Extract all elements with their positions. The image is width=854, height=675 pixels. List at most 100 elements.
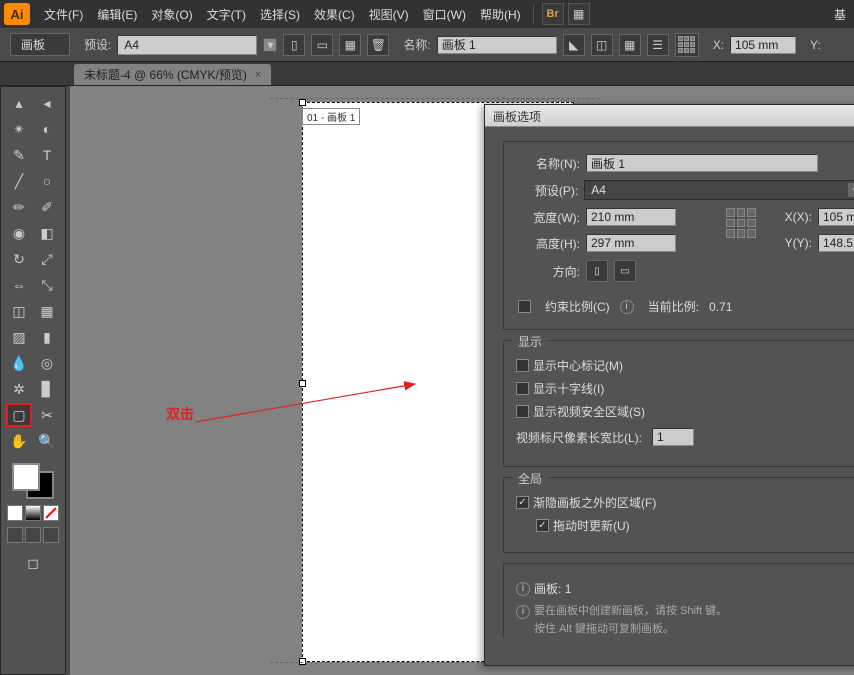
reference-point[interactable] — [675, 33, 699, 57]
bridge-icon[interactable]: Br — [542, 3, 564, 25]
selection-tool-icon[interactable]: ▴ — [6, 91, 32, 115]
close-icon[interactable]: × — [255, 69, 261, 81]
width-tool-icon[interactable]: ⇔ — [6, 273, 32, 297]
menu-select[interactable]: 选择(S) — [254, 2, 306, 27]
update-drag-checkbox[interactable] — [536, 519, 549, 532]
opt-icon-d[interactable]: ☰ — [647, 34, 669, 56]
draw-normal-icon[interactable] — [7, 527, 23, 543]
brush-tool-icon[interactable]: ✏ — [6, 195, 32, 219]
menu-object[interactable]: 对象(O) — [145, 2, 198, 27]
opt-icon-a[interactable]: ◣ — [563, 34, 585, 56]
opt-icon-b[interactable]: ◫ — [591, 34, 613, 56]
mesh-tool-icon[interactable]: ▨ — [6, 325, 32, 349]
guide-top — [270, 98, 600, 99]
artboard-label: 01 - 画板 1 — [302, 108, 360, 125]
fade-outside-checkbox[interactable] — [516, 496, 529, 509]
show-cross-checkbox[interactable] — [516, 382, 529, 395]
handle-tl[interactable] — [299, 99, 306, 106]
draw-inside-icon[interactable] — [43, 527, 59, 543]
draw-behind-icon[interactable] — [25, 527, 41, 543]
column-graph-tool-icon[interactable]: ▊ — [34, 377, 60, 401]
gradient-mode-icon[interactable] — [25, 505, 41, 521]
tab-active[interactable]: 未标题-4 @ 66% (CMYK/预览) × — [74, 64, 271, 85]
ellipse-tool-icon[interactable]: ○ — [34, 169, 60, 193]
menu-help[interactable]: 帮助(H) — [474, 2, 527, 27]
chevron-down-icon[interactable]: ▾ — [847, 182, 854, 198]
none-mode-icon[interactable] — [43, 505, 59, 521]
menu-window[interactable]: 窗口(W) — [417, 2, 472, 27]
chevron-down-icon[interactable]: ▾ — [263, 38, 277, 52]
x-label: X: — [713, 38, 724, 52]
dlg-width-label: 宽度(W): — [518, 209, 580, 226]
dlg-preset-dropdown[interactable]: A4 ▾ — [584, 180, 854, 200]
menu-effect[interactable]: 效果(C) — [308, 2, 361, 27]
info-icon: i — [516, 582, 530, 596]
menu-edit[interactable]: 编辑(E) — [91, 2, 143, 27]
fill-stroke-swatches[interactable] — [10, 461, 56, 501]
y-label: Y: — [810, 38, 821, 52]
show-safe-checkbox[interactable] — [516, 405, 529, 418]
pen-tool-icon[interactable]: ✎ — [6, 143, 32, 167]
orient-landscape-button[interactable]: ▭ — [614, 260, 636, 282]
dlg-name-input[interactable] — [586, 154, 818, 172]
menu-text[interactable]: 文字(T) — [201, 2, 252, 27]
menubar: Ai 文件(F) 编辑(E) 对象(O) 文字(T) 选择(S) 效果(C) 视… — [0, 0, 854, 28]
menu-view[interactable]: 视图(V) — [363, 2, 415, 27]
dlg-reference-point[interactable] — [726, 208, 756, 238]
canvas[interactable]: 01 - 画板 1 双击 画板选项 名称(N): 预设(P): — [70, 86, 854, 675]
lasso-tool-icon[interactable]: ◐ — [34, 117, 60, 141]
dlg-height-input[interactable] — [586, 234, 676, 252]
divider — [533, 5, 534, 23]
orient-portrait-icon[interactable]: ▯ — [283, 34, 305, 56]
gradient-tool-icon[interactable]: ▮ — [34, 325, 60, 349]
blob-brush-tool-icon[interactable]: ◉ — [6, 221, 32, 245]
hand-tool-icon[interactable]: ✋ — [6, 429, 32, 453]
type-tool-icon[interactable]: T — [34, 143, 60, 167]
menu-tail: 基 — [834, 6, 850, 23]
new-artboard-icon[interactable]: ▦ — [339, 34, 361, 56]
dlg-x-input[interactable] — [818, 208, 854, 226]
fade-outside-label: 渐隐画板之外的区域(F) — [533, 494, 656, 511]
pencil-tool-icon[interactable]: ✐ — [34, 195, 60, 219]
options-bar: 画板 预设: A4 ▾ ▯ ▭ ▦ 🗑 名称: ◣ ◫ ▦ ☰ X: Y: — [0, 28, 854, 62]
blend-tool-icon[interactable]: ◎ — [34, 351, 60, 375]
rotate-tool-icon[interactable]: ↻ — [6, 247, 32, 271]
fill-swatch[interactable] — [12, 463, 40, 491]
shape-builder-tool-icon[interactable]: ◫ — [6, 299, 32, 323]
dlg-y-input[interactable] — [818, 234, 854, 252]
preset-dropdown[interactable]: A4 — [117, 35, 257, 55]
pixel-ratio-input[interactable] — [652, 428, 694, 446]
color-mode-icon[interactable] — [7, 505, 23, 521]
dlg-width-input[interactable] — [586, 208, 676, 226]
orient-landscape-icon[interactable]: ▭ — [311, 34, 333, 56]
eraser-tool-icon[interactable]: ◧ — [34, 221, 60, 245]
opt-icon-c[interactable]: ▦ — [619, 34, 641, 56]
slice-tool-icon[interactable]: ✂ — [34, 403, 60, 427]
free-transform-tool-icon[interactable]: ⤡ — [34, 273, 60, 297]
zoom-tool-icon[interactable]: 🔍 — [34, 429, 60, 453]
screen-mode-icon[interactable]: ◻ — [20, 551, 46, 575]
eyedropper-tool-icon[interactable]: 💧 — [6, 351, 32, 375]
x-input[interactable] — [730, 36, 796, 54]
handle-ml[interactable] — [299, 380, 306, 387]
arrange-docs-icon[interactable]: ▦ — [568, 3, 590, 25]
constrain-checkbox[interactable] — [518, 300, 531, 313]
show-center-checkbox[interactable] — [516, 359, 529, 372]
dlg-name-label: 名称(N): — [518, 155, 580, 172]
name-input[interactable] — [437, 36, 557, 54]
line-tool-icon[interactable]: ╱ — [6, 169, 32, 193]
artboard-tool-icon[interactable]: ▢ — [6, 403, 32, 427]
ratio-value: 0.71 — [709, 300, 732, 314]
global-section-title: 全局 — [512, 470, 548, 487]
preset-label: 预设: — [84, 36, 111, 53]
direct-selection-tool-icon[interactable]: ◂ — [34, 91, 60, 115]
scale-tool-icon[interactable]: ⤢ — [34, 247, 60, 271]
magic-wand-tool-icon[interactable]: ✴ — [6, 117, 32, 141]
symbol-sprayer-tool-icon[interactable]: ✲ — [6, 377, 32, 401]
delete-artboard-icon[interactable]: 🗑 — [367, 34, 389, 56]
menu-file[interactable]: 文件(F) — [38, 2, 89, 27]
orient-portrait-button[interactable]: ▯ — [586, 260, 608, 282]
artboard-options-dialog: 画板选项 名称(N): 预设(P): A4 ▾ — [484, 104, 854, 666]
perspective-grid-tool-icon[interactable]: ▦ — [34, 299, 60, 323]
dlg-preset-value: A4 — [591, 183, 606, 197]
